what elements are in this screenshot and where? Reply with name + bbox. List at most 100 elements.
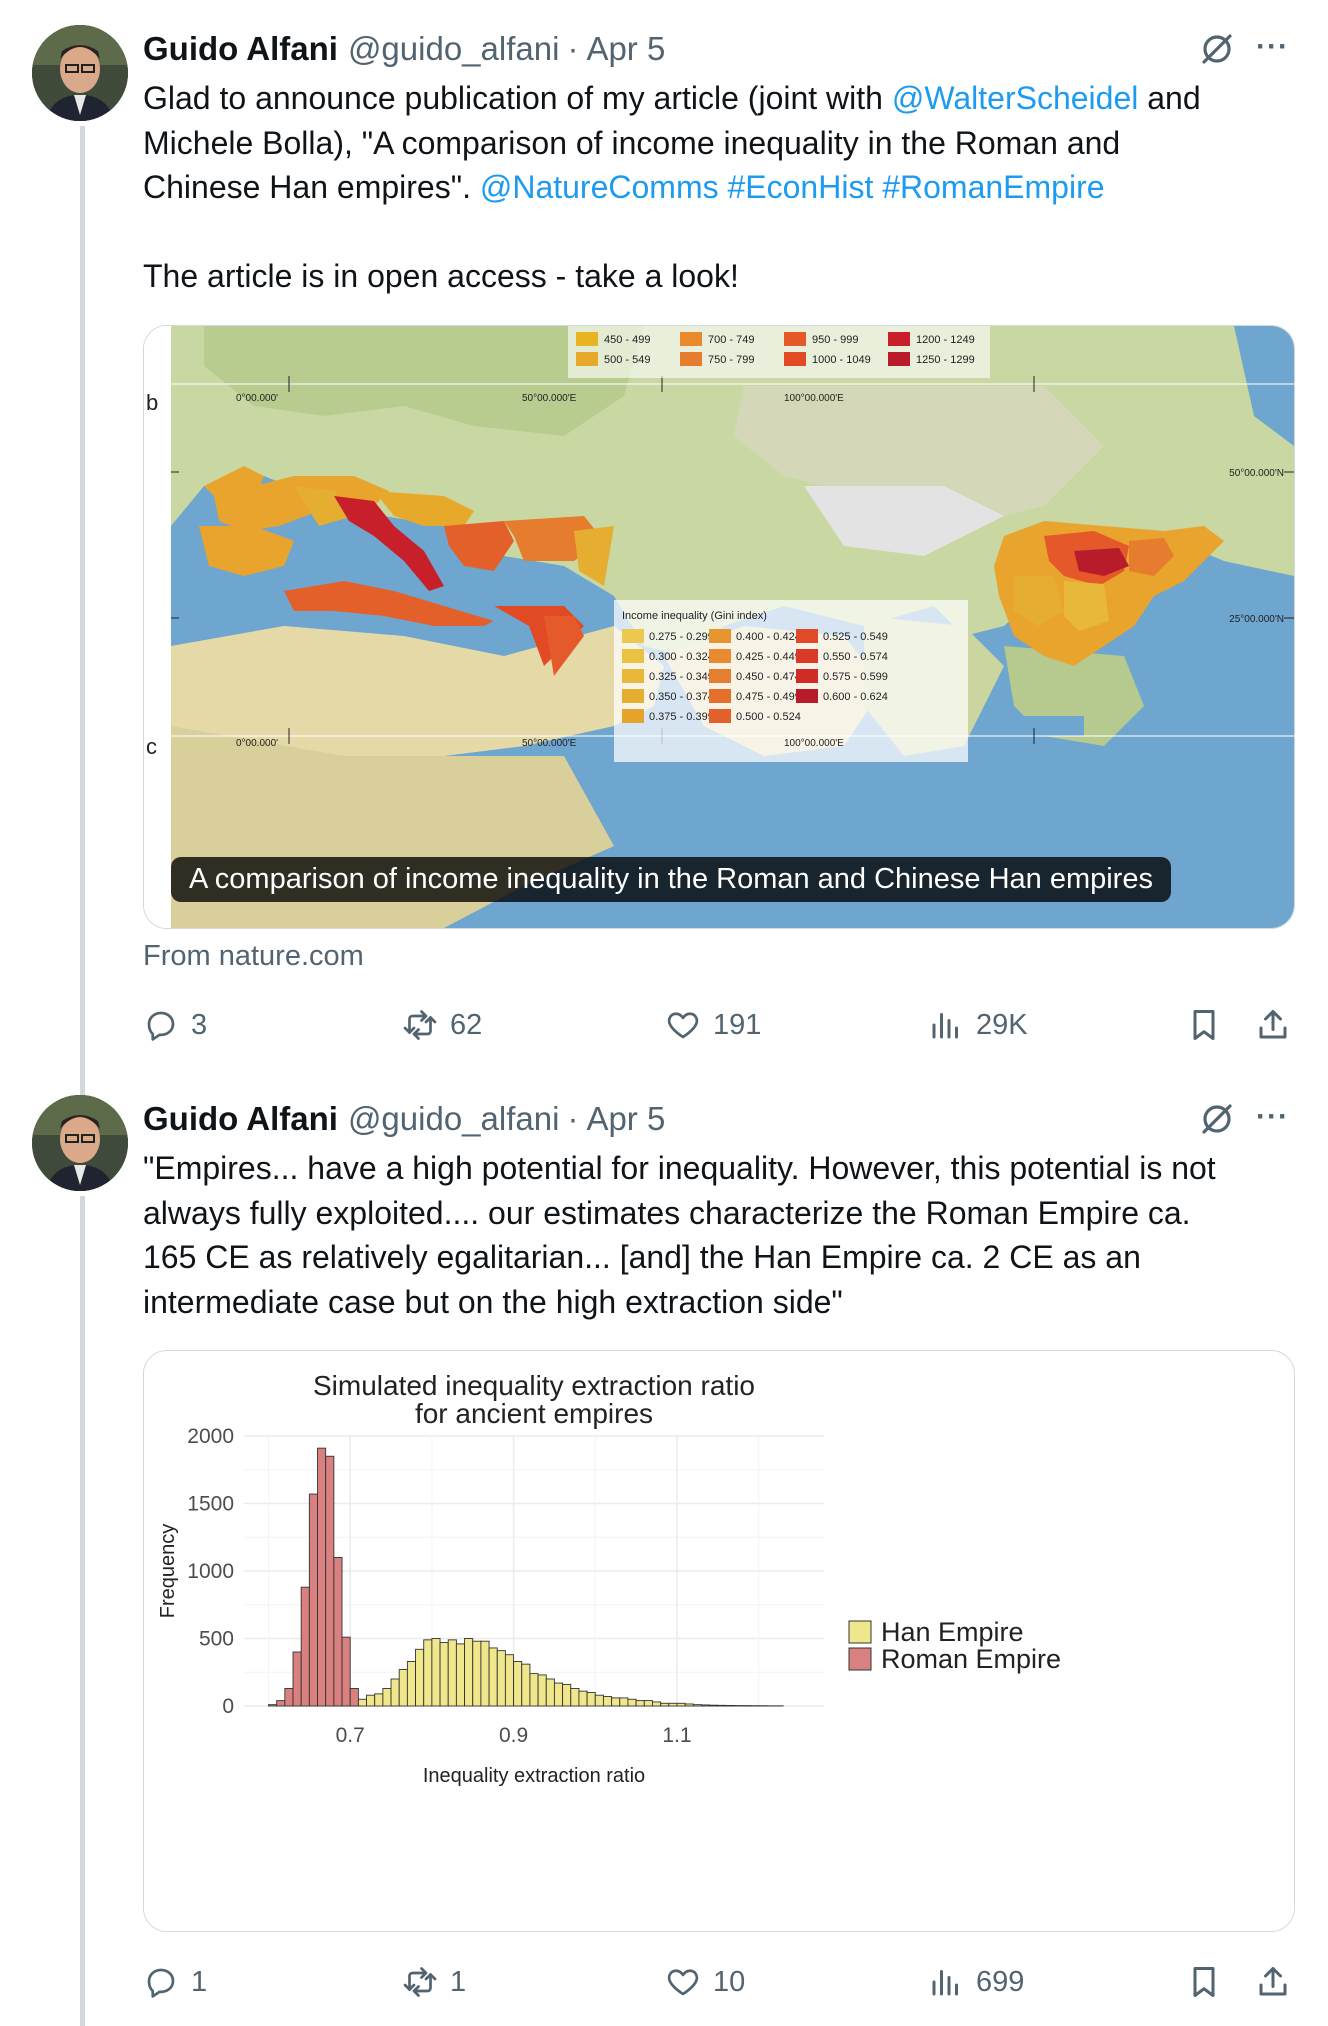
panel-label: c [146, 734, 157, 759]
y-tick-label: 2000 [187, 1425, 234, 1448]
grok-icon[interactable] [1197, 1099, 1237, 1139]
thread-line [80, 126, 85, 1101]
grok-icon[interactable] [1197, 29, 1237, 69]
tweet-text-line: Glad to announce publication of my artic… [143, 76, 1303, 121]
chart-title: Simulated inequality extraction ratio [313, 1370, 755, 1401]
legend-swatch [796, 629, 818, 643]
mention-link[interactable]: @NatureComms [480, 169, 719, 205]
views-count: 699 [976, 1965, 1025, 1998]
card-source[interactable]: From nature.com [143, 940, 364, 973]
legend-label: 0.275 - 0.299 [649, 631, 714, 643]
histogram-bar [521, 1663, 531, 1707]
legend-label: 0.525 - 0.549 [823, 631, 888, 643]
histogram-bar [308, 1493, 318, 1707]
legend-label: 0.425 - 0.449 [736, 651, 801, 663]
x-tick-label: 0.7 [336, 1724, 365, 1747]
histogram-bar [382, 1688, 392, 1707]
legend-swatch [796, 669, 818, 683]
legend-swatch [796, 649, 818, 663]
histogram-bar [635, 1700, 645, 1707]
tweet-text-segment [873, 169, 882, 205]
histogram-bar [709, 1704, 719, 1707]
bookmark-button[interactable] [1186, 1000, 1234, 1050]
views-button[interactable]: 29K [928, 1000, 1028, 1050]
reply-icon [147, 1011, 175, 1041]
like-count: 10 [713, 1965, 746, 1998]
link-card[interactable]: b c 0°00.000' 50°00.000'E 100°00.000'E 0°00.0… [143, 325, 1295, 929]
legend-swatch [576, 352, 598, 366]
legend-swatch [622, 709, 644, 723]
histogram-bar [472, 1640, 482, 1707]
chart-card[interactable]: Simulated inequality extraction ratio for… [143, 1350, 1295, 1932]
share-button[interactable] [1255, 1000, 1303, 1050]
reply-button[interactable]: 1 [143, 1957, 207, 2007]
more-options-icon[interactable]: ··· [1256, 30, 1289, 64]
legend-label: 0.475 - 0.499 [736, 691, 801, 703]
views-button[interactable]: 699 [928, 1957, 1024, 2007]
bookmark-icon [1193, 1967, 1215, 1997]
histogram-bar [317, 1447, 327, 1707]
tweet-text-segment: always fully exploited.... our estimates… [143, 1194, 1191, 1231]
legend-label: 700 - 749 [708, 334, 754, 346]
reply-icon [147, 1968, 175, 1998]
y-tick-label: 500 [199, 1628, 234, 1651]
legend-label: 0.600 - 0.624 [823, 691, 888, 703]
legend-label: 0.500 - 0.524 [736, 711, 801, 723]
histogram-bar [676, 1702, 686, 1707]
histogram-bar [415, 1648, 425, 1707]
histogram-bar [300, 1586, 310, 1707]
legend-swatch [796, 689, 818, 703]
share-button[interactable] [1255, 1957, 1303, 2007]
histogram-bar [701, 1704, 711, 1707]
x-tick-label: 0.9 [499, 1724, 528, 1747]
histogram-bar [374, 1693, 384, 1707]
tweet-actions: 1 1 10 699 [143, 1957, 1303, 2007]
legend-label: 0.575 - 0.599 [823, 671, 888, 683]
histogram-bar [406, 1661, 416, 1707]
hashtag-link[interactable]: #EconHist [727, 169, 873, 205]
author-name[interactable]: Guido Alfani [143, 1100, 338, 1138]
histogram-bar [562, 1683, 572, 1707]
repost-icon [403, 1967, 437, 1997]
tweet-date[interactable]: Apr 5 [586, 1100, 665, 1138]
more-options-icon[interactable]: ··· [1256, 1100, 1289, 1134]
mention-link[interactable]: @WalterScheidel [892, 80, 1139, 116]
thread-line [80, 1196, 85, 2026]
repost-count: 62 [450, 1008, 483, 1041]
bookmark-button[interactable] [1186, 1957, 1234, 2007]
reply-count: 3 [191, 1008, 208, 1041]
hashtag-link[interactable]: #RomanEmpire [882, 169, 1104, 205]
repost-button[interactable]: 1 [402, 1957, 466, 2007]
longitude-label: 0°00.000' [236, 393, 278, 404]
histogram-bar [366, 1694, 376, 1707]
tweet-text-line [143, 210, 1303, 255]
tweet-text-segment: The article is in open access - take a l… [143, 258, 739, 294]
histogram-bar [627, 1698, 637, 1707]
share-icon [1259, 1967, 1287, 1996]
histogram-bar [660, 1702, 670, 1707]
like-button[interactable]: 191 [665, 1000, 761, 1050]
reply-button[interactable]: 3 [143, 1000, 207, 1050]
tweet-date[interactable]: Apr 5 [586, 30, 665, 68]
like-button[interactable]: 10 [665, 1957, 745, 2007]
repost-button[interactable]: 62 [402, 1000, 482, 1050]
legend-label: 450 - 499 [604, 334, 650, 346]
histogram-bar [268, 1704, 278, 1707]
legend-swatch [784, 332, 806, 346]
author-handle[interactable]: @guido_alfani [348, 1100, 560, 1138]
histogram-bar [586, 1692, 596, 1707]
author-name[interactable]: Guido Alfani [143, 30, 338, 68]
histogram-bar [333, 1557, 343, 1707]
legend-swatch [576, 332, 598, 346]
histogram-bar [611, 1697, 621, 1707]
histogram-bar [496, 1650, 506, 1707]
author-handle[interactable]: @guido_alfani [348, 30, 560, 68]
legend-swatch [888, 352, 910, 366]
longitude-label: 50°00.000'E [522, 393, 577, 404]
histogram-bar [692, 1704, 702, 1707]
histogram-bar [398, 1669, 408, 1707]
legend-swatch [848, 1620, 872, 1644]
tweet-text-segment: Chinese Han empires". [143, 169, 480, 205]
avatar[interactable] [32, 25, 128, 121]
avatar[interactable] [32, 1095, 128, 1191]
